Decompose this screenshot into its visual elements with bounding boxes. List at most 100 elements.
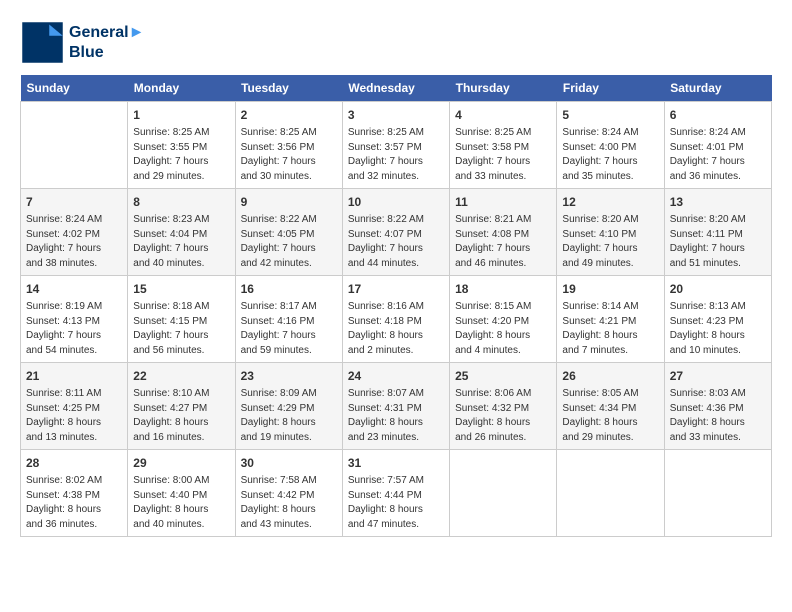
- day-number: 22: [133, 367, 229, 385]
- day-number: 21: [26, 367, 122, 385]
- calendar-cell: 11 Sunrise: 8:21 AM Sunset: 4:08 PM Dayli…: [450, 189, 557, 276]
- calendar-cell: 14Sunrise: 8:19 AM Sunset: 4:13 PM Dayli…: [21, 276, 128, 363]
- calendar-cell: 23 Sunrise: 8:09 AM Sunset: 4:29 PM Dayli…: [235, 363, 342, 450]
- cell-content: Sunrise: 8:18 AM Sunset: 4:15 PM Dayligh…: [133, 300, 229, 358]
- week-row-5: 28 Sunrise: 8:02 AM Sunset: 4:38 PM Dayli…: [21, 450, 772, 537]
- day-number: 20: [670, 280, 766, 298]
- cell-content: Sunrise: 8:22 AM Sunset: 4:05 PM Dayligh…: [241, 213, 337, 271]
- calendar-cell: 30 Sunrise: 7:58 AM Sunset: 4:42 PM Dayli…: [235, 450, 342, 537]
- cell-content: Sunrise: 8:16 AM Sunset: 4:18 PM Dayligh…: [348, 300, 444, 358]
- calendar-cell: 8 Sunrise: 8:23 AM Sunset: 4:04 PM Daylig…: [128, 189, 235, 276]
- day-number: 18: [455, 280, 551, 298]
- calendar-cell: 29Sunrise: 8:00 AM Sunset: 4:40 PM Dayli…: [128, 450, 235, 537]
- cell-content: Sunrise: 8:22 AM Sunset: 4:07 PM Dayligh…: [348, 213, 444, 271]
- cell-content: Sunrise: 8:14 AM Sunset: 4:21 PM Dayligh…: [562, 300, 658, 358]
- cell-content: Sunrise: 8:25 AM Sunset: 3:58 PM Dayligh…: [455, 126, 551, 184]
- calendar-cell: 16 Sunrise: 8:17 AM Sunset: 4:16 PM Dayli…: [235, 276, 342, 363]
- cell-content: Sunrise: 8:13 AM Sunset: 4:23 PM Dayligh…: [670, 300, 766, 358]
- cell-content: Sunrise: 8:23 AM Sunset: 4:04 PM Dayligh…: [133, 213, 229, 271]
- cell-content: Sunrise: 8:17 AM Sunset: 4:16 PM Dayligh…: [241, 300, 337, 358]
- header-monday: Monday: [128, 75, 235, 102]
- calendar-cell: 28 Sunrise: 8:02 AM Sunset: 4:38 PM Dayli…: [21, 450, 128, 537]
- calendar-cell: 25 Sunrise: 8:06 AM Sunset: 4:32 PM Dayli…: [450, 363, 557, 450]
- calendar-cell: 15 Sunrise: 8:18 AM Sunset: 4:15 PM Dayli…: [128, 276, 235, 363]
- header-friday: Friday: [557, 75, 664, 102]
- day-number: 28: [26, 454, 122, 472]
- calendar-cell: 5Sunrise: 8:24 AM Sunset: 4:00 PM Daylig…: [557, 102, 664, 189]
- day-number: 9: [241, 193, 337, 211]
- week-row-4: 21 Sunrise: 8:11 AM Sunset: 4:25 PM Dayli…: [21, 363, 772, 450]
- header-sunday: Sunday: [21, 75, 128, 102]
- cell-content: Sunrise: 8:21 AM Sunset: 4:08 PM Dayligh…: [455, 213, 551, 271]
- calendar-cell: 22 Sunrise: 8:10 AM Sunset: 4:27 PM Dayli…: [128, 363, 235, 450]
- day-number: 25: [455, 367, 551, 385]
- day-number: 1: [133, 106, 229, 124]
- calendar-cell: 9 Sunrise: 8:22 AM Sunset: 4:05 PM Daylig…: [235, 189, 342, 276]
- calendar-cell: [450, 450, 557, 537]
- header-saturday: Saturday: [664, 75, 771, 102]
- cell-content: Sunrise: 8:11 AM Sunset: 4:25 PM Dayligh…: [26, 387, 122, 445]
- cell-content: Sunrise: 8:03 AM Sunset: 4:36 PM Dayligh…: [670, 387, 766, 445]
- cell-content: Sunrise: 8:10 AM Sunset: 4:27 PM Dayligh…: [133, 387, 229, 445]
- day-number: 10: [348, 193, 444, 211]
- logo-icon: [20, 20, 65, 65]
- cell-content: Sunrise: 8:20 AM Sunset: 4:11 PM Dayligh…: [670, 213, 766, 271]
- cell-content: Sunrise: 7:58 AM Sunset: 4:42 PM Dayligh…: [241, 474, 337, 532]
- header-wednesday: Wednesday: [342, 75, 449, 102]
- week-row-3: 14Sunrise: 8:19 AM Sunset: 4:13 PM Dayli…: [21, 276, 772, 363]
- calendar-cell: 31 Sunrise: 7:57 AM Sunset: 4:44 PM Dayli…: [342, 450, 449, 537]
- header-tuesday: Tuesday: [235, 75, 342, 102]
- day-number: 19: [562, 280, 658, 298]
- calendar-cell: 27 Sunrise: 8:03 AM Sunset: 4:36 PM Dayli…: [664, 363, 771, 450]
- calendar-cell: 7Sunrise: 8:24 AM Sunset: 4:02 PM Daylig…: [21, 189, 128, 276]
- cell-content: Sunrise: 7:57 AM Sunset: 4:44 PM Dayligh…: [348, 474, 444, 532]
- day-number: 14: [26, 280, 122, 298]
- day-number: 31: [348, 454, 444, 472]
- calendar-cell: 20 Sunrise: 8:13 AM Sunset: 4:23 PM Dayli…: [664, 276, 771, 363]
- calendar-cell: 17 Sunrise: 8:16 AM Sunset: 4:18 PM Dayli…: [342, 276, 449, 363]
- cell-content: Sunrise: 8:25 AM Sunset: 3:57 PM Dayligh…: [348, 126, 444, 184]
- calendar-cell: [664, 450, 771, 537]
- day-number: 13: [670, 193, 766, 211]
- calendar-cell: 6Sunrise: 8:24 AM Sunset: 4:01 PM Daylig…: [664, 102, 771, 189]
- logo: General► Blue: [20, 20, 144, 65]
- calendar-header-row: SundayMondayTuesdayWednesdayThursdayFrid…: [21, 75, 772, 102]
- calendar-cell: [21, 102, 128, 189]
- cell-content: Sunrise: 8:24 AM Sunset: 4:02 PM Dayligh…: [26, 213, 122, 271]
- calendar-table: SundayMondayTuesdayWednesdayThursdayFrid…: [20, 75, 772, 537]
- calendar-cell: 4 Sunrise: 8:25 AM Sunset: 3:58 PM Daylig…: [450, 102, 557, 189]
- cell-content: Sunrise: 8:09 AM Sunset: 4:29 PM Dayligh…: [241, 387, 337, 445]
- day-number: 2: [241, 106, 337, 124]
- day-number: 3: [348, 106, 444, 124]
- day-number: 4: [455, 106, 551, 124]
- cell-content: Sunrise: 8:20 AM Sunset: 4:10 PM Dayligh…: [562, 213, 658, 271]
- cell-content: Sunrise: 8:24 AM Sunset: 4:00 PM Dayligh…: [562, 126, 658, 184]
- cell-content: Sunrise: 8:15 AM Sunset: 4:20 PM Dayligh…: [455, 300, 551, 358]
- day-number: 23: [241, 367, 337, 385]
- day-number: 30: [241, 454, 337, 472]
- calendar-cell: 21 Sunrise: 8:11 AM Sunset: 4:25 PM Dayli…: [21, 363, 128, 450]
- day-number: 17: [348, 280, 444, 298]
- day-number: 15: [133, 280, 229, 298]
- cell-content: Sunrise: 8:05 AM Sunset: 4:34 PM Dayligh…: [562, 387, 658, 445]
- calendar-cell: 2Sunrise: 8:25 AM Sunset: 3:56 PM Daylig…: [235, 102, 342, 189]
- calendar-cell: 1Sunrise: 8:25 AM Sunset: 3:55 PM Daylig…: [128, 102, 235, 189]
- cell-content: Sunrise: 8:02 AM Sunset: 4:38 PM Dayligh…: [26, 474, 122, 532]
- calendar-cell: 26Sunrise: 8:05 AM Sunset: 4:34 PM Dayli…: [557, 363, 664, 450]
- calendar-cell: [557, 450, 664, 537]
- day-number: 16: [241, 280, 337, 298]
- cell-content: Sunrise: 8:06 AM Sunset: 4:32 PM Dayligh…: [455, 387, 551, 445]
- day-number: 12: [562, 193, 658, 211]
- calendar-cell: 3 Sunrise: 8:25 AM Sunset: 3:57 PM Daylig…: [342, 102, 449, 189]
- week-row-2: 7Sunrise: 8:24 AM Sunset: 4:02 PM Daylig…: [21, 189, 772, 276]
- day-number: 6: [670, 106, 766, 124]
- calendar-cell: 13 Sunrise: 8:20 AM Sunset: 4:11 PM Dayli…: [664, 189, 771, 276]
- day-number: 8: [133, 193, 229, 211]
- day-number: 27: [670, 367, 766, 385]
- cell-content: Sunrise: 8:07 AM Sunset: 4:31 PM Dayligh…: [348, 387, 444, 445]
- header-thursday: Thursday: [450, 75, 557, 102]
- day-number: 24: [348, 367, 444, 385]
- day-number: 11: [455, 193, 551, 211]
- cell-content: Sunrise: 8:00 AM Sunset: 4:40 PM Dayligh…: [133, 474, 229, 532]
- logo-text: General► Blue: [69, 23, 144, 61]
